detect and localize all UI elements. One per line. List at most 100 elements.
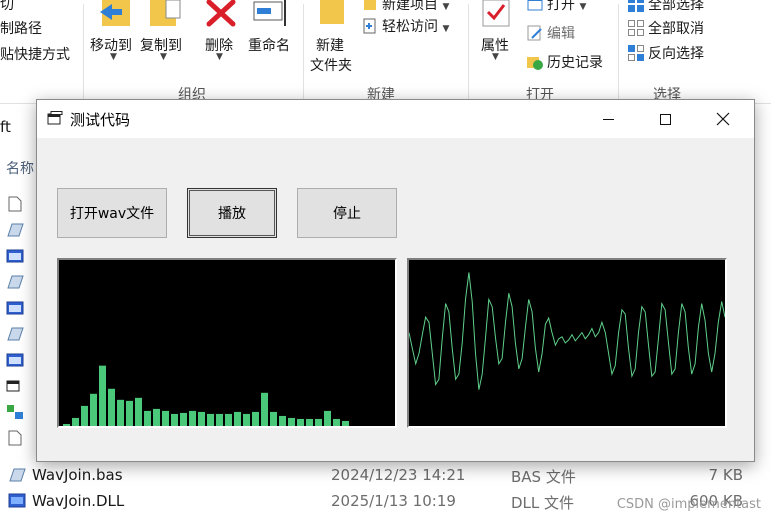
form-icon: [6, 301, 24, 315]
spectrum-bar: [306, 418, 313, 426]
spectrum-bar: [207, 413, 214, 426]
spectrum-bar: [234, 411, 241, 426]
delete-dropdown-icon[interactable]: ▼: [216, 52, 223, 62]
maximize-icon: [659, 113, 671, 125]
module-icon: [7, 223, 24, 237]
spectrum-bar: [216, 413, 223, 426]
spectrum-bar: [99, 365, 106, 426]
test-code-window: 测试代码 打开wav文件 播放 停止: [36, 99, 755, 462]
spectrum-bar: [180, 412, 187, 426]
doc-icon: [8, 196, 22, 212]
new-folder-icon[interactable]: [318, 0, 346, 28]
minimize-button[interactable]: [585, 100, 631, 138]
vbg-icon: [7, 405, 23, 419]
ribbon-separator: [83, 4, 84, 100]
file-size: 7 KB: [708, 466, 743, 484]
open-dropdown-icon[interactable]: ▼: [579, 2, 586, 12]
easy-access-button[interactable]: 轻松访问 ▼: [362, 16, 449, 36]
spectrum-display: [57, 258, 397, 428]
ribbon-cut[interactable]: 切: [0, 0, 14, 14]
copy-to-dropdown-icon[interactable]: ▼: [160, 52, 167, 62]
play-button[interactable]: 播放: [187, 188, 277, 238]
move-to-dropdown-icon[interactable]: ▼: [110, 52, 117, 62]
properties-icon[interactable]: [482, 0, 510, 28]
file-date: 2024/12/23 14:21: [331, 466, 466, 484]
module-icon: [7, 275, 24, 289]
delete-icon[interactable]: [206, 0, 236, 28]
spectrum-bar: [315, 418, 322, 426]
column-header-name[interactable]: 名称: [6, 158, 34, 178]
spectrum-chart: [63, 365, 349, 426]
close-button[interactable]: [700, 100, 746, 138]
ribbon-separator: [618, 4, 619, 100]
explorer-ribbon: 切 制路径 贴快捷方式 移动到 ▼ 复制到 ▼ 删除 ▼ 重命名 组织 新建 文…: [0, 0, 771, 104]
spectrum-bar: [72, 417, 79, 426]
new-item-button[interactable]: 新建项目 ▼: [362, 0, 449, 14]
address-bar[interactable]: ft: [0, 112, 40, 142]
copy-to-icon[interactable]: [148, 0, 184, 30]
title-bar[interactable]: 测试代码: [37, 100, 754, 138]
easy-access-dropdown-icon[interactable]: ▼: [442, 24, 449, 34]
app-window-icon: [47, 111, 63, 125]
select-all-label: 全部选择: [648, 0, 704, 13]
spectrum-bar: [225, 413, 232, 426]
rename-button[interactable]: 重命名: [248, 35, 290, 55]
file-name: WavJoin.DLL: [32, 492, 125, 510]
new-folder-button-line2[interactable]: 文件夹: [310, 55, 352, 75]
spectrum-bar: [198, 411, 205, 426]
open-button[interactable]: 打开 ▼: [527, 0, 586, 14]
new-item-icon: [364, 0, 376, 10]
ribbon-paste-shortcut[interactable]: 贴快捷方式: [0, 44, 70, 64]
waveform-line: [408, 272, 726, 390]
new-item-dropdown-icon[interactable]: ▼: [442, 2, 449, 12]
invert-selection-button[interactable]: 反向选择: [628, 43, 704, 63]
spectrum-bar: [135, 397, 142, 426]
project-icon: [6, 380, 20, 392]
maximize-button[interactable]: [642, 100, 688, 138]
spectrum-bar: [252, 411, 259, 426]
select-all-icon: [628, 0, 644, 12]
file-name: WavJoin.bas: [32, 466, 123, 484]
spectrum-bar: [144, 410, 151, 426]
waveform-display: [407, 258, 727, 428]
easy-access-label: 轻松访问: [382, 19, 438, 35]
spectrum-bar: [288, 417, 295, 426]
invert-selection-label: 反向选择: [648, 46, 704, 62]
ribbon-separator: [468, 4, 469, 100]
ribbon-copy-path[interactable]: 制路径: [0, 18, 42, 38]
file-row[interactable]: WavJoin.bas 2024/12/23 14:21 BAS 文件 7 KB: [0, 462, 771, 488]
spectrum-bar: [261, 392, 268, 426]
spectrum-bar: [117, 399, 124, 426]
ribbon-separator: [303, 4, 304, 100]
form-icon: [6, 353, 24, 367]
stop-button[interactable]: 停止: [297, 188, 397, 238]
doc-icon: [8, 430, 22, 446]
window-title: 测试代码: [70, 111, 131, 129]
spectrum-bar: [189, 410, 196, 426]
spectrum-bar: [126, 400, 133, 426]
watermark: CSDN @implementast: [616, 497, 761, 512]
module-icon: [9, 468, 26, 482]
select-none-label: 全部取消: [648, 21, 704, 37]
open-wav-button[interactable]: 打开wav文件: [57, 188, 167, 238]
spectrum-bar: [333, 418, 340, 426]
dll-icon: [8, 493, 26, 508]
spectrum-bar: [297, 418, 304, 426]
spectrum-bar: [108, 388, 115, 426]
new-folder-button-line1[interactable]: 新建: [316, 35, 344, 55]
history-button[interactable]: 历史记录: [527, 52, 603, 72]
spectrum-bar: [90, 393, 97, 426]
edit-button[interactable]: 编辑: [527, 23, 575, 43]
spectrum-bar: [243, 413, 250, 426]
spectrum-bar: [162, 410, 169, 426]
history-label: 历史记录: [547, 55, 603, 71]
properties-dropdown-icon[interactable]: ▼: [492, 52, 499, 62]
select-none-button[interactable]: 全部取消: [628, 18, 704, 38]
rename-icon[interactable]: [252, 0, 290, 28]
spectrum-bar: [279, 415, 286, 426]
easy-access-icon: [363, 18, 376, 34]
open-label: 打开: [547, 0, 575, 13]
select-all-button[interactable]: 全部选择: [628, 0, 704, 14]
move-to-icon[interactable]: [98, 0, 134, 30]
form-icon: [6, 249, 24, 263]
